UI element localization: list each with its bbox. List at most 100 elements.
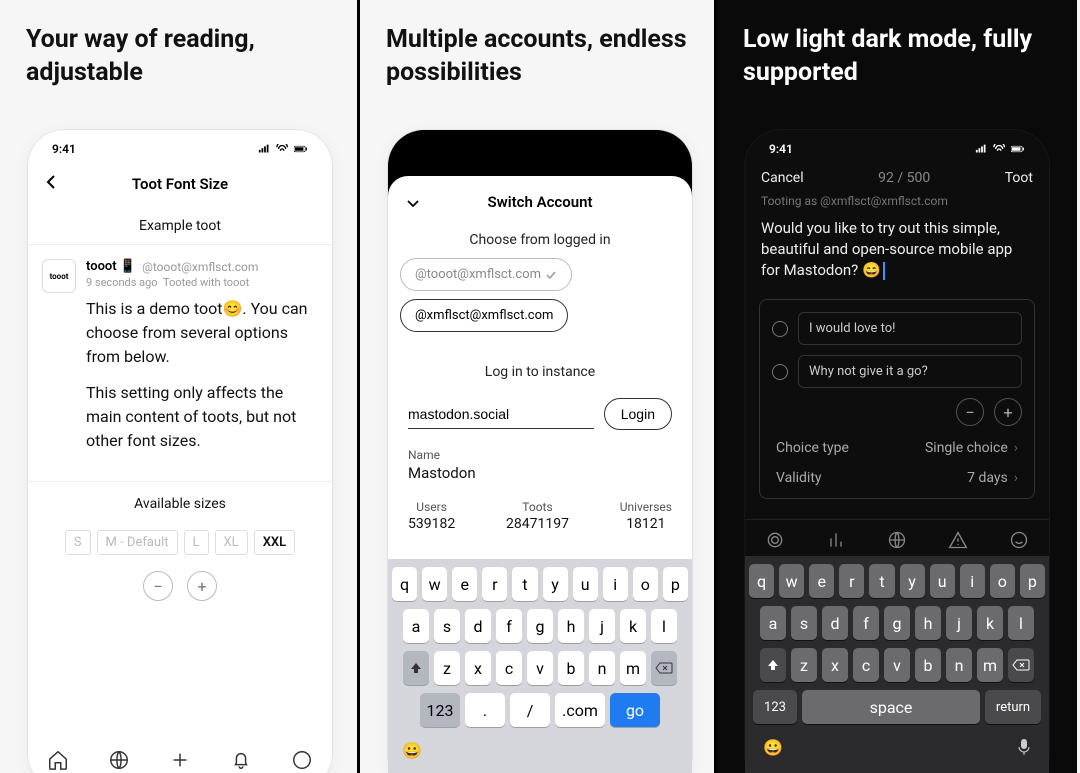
increase-size-button[interactable]: + (187, 571, 217, 601)
key-e[interactable]: e (809, 564, 834, 598)
key-k[interactable]: k (620, 609, 646, 643)
key-o[interactable]: o (633, 567, 658, 601)
back-button[interactable] (46, 174, 56, 194)
key-i[interactable]: i (603, 567, 628, 601)
key-n[interactable]: n (946, 648, 972, 682)
space-key-dark[interactable]: space (802, 690, 980, 724)
com-key[interactable]: .com (555, 693, 605, 727)
decrease-size-button[interactable]: − (143, 571, 173, 601)
key-m[interactable]: m (977, 648, 1003, 682)
key-f[interactable]: f (496, 609, 522, 643)
shift-key-dark[interactable] (760, 648, 786, 682)
cancel-button[interactable]: Cancel (761, 170, 804, 186)
key-r[interactable]: r (839, 564, 864, 598)
key-d[interactable]: d (822, 606, 848, 640)
key-l[interactable]: l (651, 609, 677, 643)
key-o[interactable]: o (990, 564, 1015, 598)
num-key[interactable]: 123 (420, 693, 460, 727)
key-j[interactable]: j (946, 606, 972, 640)
toot-button[interactable]: Toot (1005, 170, 1033, 186)
key-h[interactable]: h (558, 609, 584, 643)
backspace-key[interactable] (651, 651, 677, 685)
key-c[interactable]: c (496, 651, 522, 685)
size-m[interactable]: M - Default (97, 530, 178, 555)
key-u[interactable]: u (573, 567, 598, 601)
key-k[interactable]: k (977, 606, 1003, 640)
size-xxl[interactable]: XXL (254, 530, 296, 555)
camera-icon[interactable] (765, 530, 785, 554)
key-a[interactable]: a (760, 606, 786, 640)
go-key[interactable]: go (610, 693, 660, 727)
key-d[interactable]: d (465, 609, 491, 643)
key-b[interactable]: b (558, 651, 584, 685)
key-n[interactable]: n (589, 651, 615, 685)
key-e[interactable]: e (452, 567, 477, 601)
account-pill-2[interactable]: @xmflsct@xmflsct.com (400, 299, 568, 332)
size-s[interactable]: S (65, 530, 91, 555)
poll-option-1[interactable]: I would love to! (798, 312, 1022, 345)
key-v[interactable]: v (527, 651, 553, 685)
mic-icon[interactable] (1017, 738, 1031, 760)
validity-button[interactable]: 7 days› (967, 470, 1018, 486)
key-a[interactable]: a (403, 609, 429, 643)
cw-icon[interactable] (948, 530, 968, 554)
key-t[interactable]: t (869, 564, 894, 598)
key-c[interactable]: c (853, 648, 879, 682)
key-h[interactable]: h (915, 606, 941, 640)
key-b[interactable]: b (915, 648, 941, 682)
key-r[interactable]: r (482, 567, 507, 601)
remove-option-button[interactable]: − (956, 398, 984, 426)
key-z[interactable]: z (434, 651, 460, 685)
key-z[interactable]: z (791, 648, 817, 682)
key-g[interactable]: g (527, 609, 553, 643)
poll-icon[interactable] (826, 530, 846, 554)
slash-key[interactable]: / (510, 693, 550, 727)
tab-profile-icon[interactable] (291, 749, 313, 773)
return-key-dark[interactable]: return (985, 690, 1041, 724)
tab-home-icon[interactable] (47, 749, 69, 773)
num-key-dark[interactable]: 123 (753, 690, 797, 724)
key-l[interactable]: l (1008, 606, 1034, 640)
emoji-key-dark-icon[interactable]: 😀 (763, 738, 783, 760)
tab-globe-icon[interactable] (108, 749, 130, 773)
key-w[interactable]: w (779, 564, 804, 598)
key-q[interactable]: q (392, 567, 417, 601)
poll-option-2[interactable]: Why not give it a go? (798, 355, 1022, 388)
key-u[interactable]: u (930, 564, 955, 598)
shift-key[interactable] (403, 651, 429, 685)
key-w[interactable]: w (422, 567, 447, 601)
compose-text[interactable]: Would you like to try out this simple, b… (745, 214, 1049, 291)
tab-bell-icon[interactable] (230, 749, 252, 773)
visibility-icon[interactable] (887, 530, 907, 554)
collapse-icon[interactable] (406, 193, 420, 212)
dot-key[interactable]: . (465, 693, 505, 727)
key-m[interactable]: m (620, 651, 646, 685)
key-x[interactable]: x (822, 648, 848, 682)
key-v[interactable]: v (884, 648, 910, 682)
tab-compose-icon[interactable] (169, 749, 191, 773)
key-y[interactable]: y (543, 567, 568, 601)
account-pill-1[interactable]: @tooot@xmflsct.com (400, 258, 572, 291)
key-y[interactable]: y (900, 564, 925, 598)
key-t[interactable]: t (512, 567, 537, 601)
key-j[interactable]: j (589, 609, 615, 643)
key-g[interactable]: g (884, 606, 910, 640)
key-s[interactable]: s (434, 609, 460, 643)
backspace-key-dark[interactable] (1008, 648, 1034, 682)
login-button[interactable]: Login (604, 398, 672, 430)
key-x[interactable]: x (465, 651, 491, 685)
key-i[interactable]: i (960, 564, 985, 598)
size-xl[interactable]: XL (215, 530, 248, 555)
key-s[interactable]: s (791, 606, 817, 640)
key-p[interactable]: p (663, 567, 688, 601)
choice-type-button[interactable]: Single choice› (925, 440, 1018, 456)
key-f[interactable]: f (853, 606, 879, 640)
emoji-key-icon[interactable]: 😀 (402, 741, 422, 760)
instance-input[interactable] (408, 400, 594, 429)
key-q[interactable]: q (749, 564, 774, 598)
poll-radio-1[interactable] (772, 321, 788, 337)
emoji-icon[interactable] (1009, 530, 1029, 554)
key-p[interactable]: p (1020, 564, 1045, 598)
add-option-button[interactable]: + (994, 398, 1022, 426)
poll-radio-2[interactable] (772, 364, 788, 380)
